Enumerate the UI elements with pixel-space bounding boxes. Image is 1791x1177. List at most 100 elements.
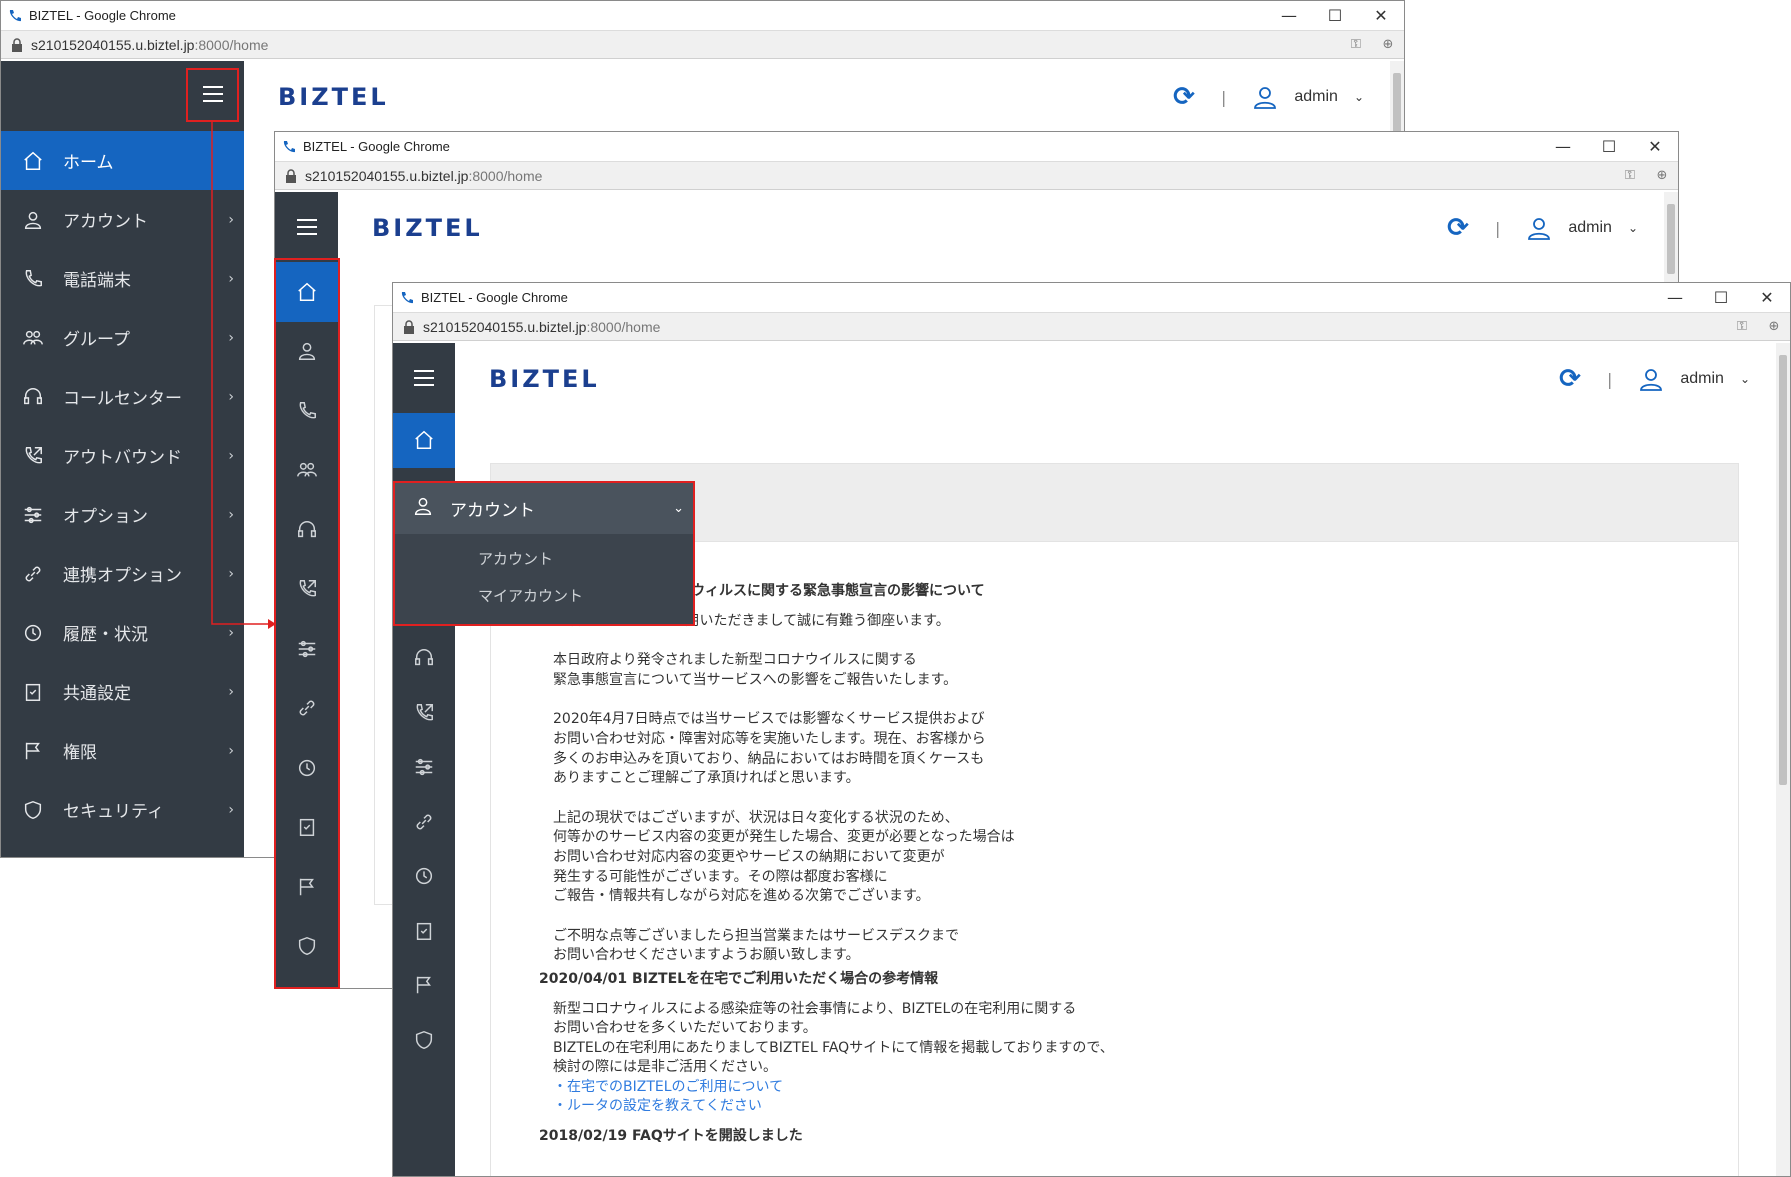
zoom-icon[interactable]: ⊕ [1646, 168, 1678, 183]
sidebar-item[interactable]: グループ › [1, 308, 244, 367]
sidebar-item-mini[interactable] [393, 686, 455, 741]
sidebar-item-mini[interactable] [393, 958, 455, 1013]
chevron-right-icon: › [228, 742, 234, 759]
sidebar-item-label: ホーム [63, 153, 114, 173]
news-paragraph: 2020年4月7日時点では当サービスでは影響なくサービス提供および お問い合わせ対… [553, 710, 1653, 788]
zoom-icon[interactable]: ⊕ [1758, 319, 1790, 334]
refresh-icon[interactable]: ⟳ [1447, 215, 1469, 241]
hamburger-menu-button[interactable] [284, 204, 330, 250]
sidebar-item[interactable]: 連携オプション › [1, 544, 244, 603]
url-text[interactable]: s210152040155.u.biztel.jp:8000/home [423, 319, 1726, 335]
close-icon[interactable]: ✕ [1632, 132, 1678, 162]
biztel-favicon-icon [401, 291, 413, 303]
sidebar-item-mini[interactable] [393, 849, 455, 904]
flag-icon [21, 739, 45, 763]
news-line: お問い合わせ対応・障害対応等を実施いたします。現在、お客様から [553, 730, 986, 747]
biztel-favicon-icon [283, 140, 295, 152]
close-icon[interactable]: ✕ [1358, 1, 1404, 31]
scroll-thumb[interactable] [1667, 204, 1675, 274]
sidebar-item-label: 電話端末 [63, 271, 131, 291]
sidebar-item-mini[interactable] [393, 795, 455, 850]
minimize-icon[interactable]: — [1652, 283, 1698, 313]
lock-icon [286, 168, 296, 183]
biztel-favicon-icon [9, 9, 21, 21]
user-avatar-icon[interactable] [1638, 366, 1664, 392]
maximize-icon[interactable]: ☐ [1312, 1, 1358, 31]
news-line: お問い合わせくださいますようお願い致します。 [553, 947, 860, 964]
zoom-icon[interactable]: ⊕ [1372, 37, 1404, 52]
sidebar-item[interactable]: アカウント › [1, 190, 244, 249]
close-icon[interactable]: ✕ [1744, 283, 1790, 313]
sidebar-item[interactable]: コールセンター › [1, 367, 244, 426]
title-bar: BIZTEL - Google Chrome — ☐ ✕ [1, 1, 1404, 31]
highlight-account-flyout [393, 481, 695, 626]
home-icon [415, 431, 433, 450]
key-icon[interactable]: ⚿ [1614, 168, 1646, 183]
address-bar[interactable]: s210152040155.u.biztel.jp:8000/home ⚿ ⊕ [1, 31, 1404, 59]
sidebar-item[interactable]: オプション › [1, 485, 244, 544]
title-bar: BIZTEL - Google Chrome — ☐ ✕ [393, 283, 1790, 313]
news-paragraph: 本日政府より発令されました新型コロナウイルスに関する 緊急事態宣言について当サービ… [553, 651, 1653, 690]
home-icon [21, 149, 45, 173]
minimize-icon[interactable]: — [1266, 1, 1312, 31]
sidebar-item-label: コールセンター [63, 389, 182, 409]
key-icon[interactable]: ⚿ [1726, 319, 1758, 334]
user-avatar-icon[interactable] [1526, 215, 1552, 241]
maximize-icon[interactable]: ☐ [1698, 283, 1744, 313]
news-title: 2018/02/19 FAQサイトを開設しました [539, 1128, 803, 1145]
maximize-icon[interactable]: ☐ [1586, 132, 1632, 162]
chevron-right-icon: › [228, 565, 234, 582]
sidebar-item[interactable]: アウトバウンド › [1, 426, 244, 485]
scroll-thumb[interactable] [1779, 355, 1787, 785]
news-line: 何等かのサービス内容の変更が発生した場合、変更が必要となった場合は [553, 829, 1015, 846]
chevron-down-icon[interactable]: ⌄ [1628, 221, 1638, 235]
sidebar-item-mini[interactable] [393, 904, 455, 959]
user-name[interactable]: admin [1568, 219, 1612, 237]
chevron-down-icon[interactable]: ⌄ [1354, 90, 1364, 104]
news-line: 2020年4月7日時点では当サービスでは影響なくサービス提供および [553, 711, 985, 728]
news-title: ウィルスに関する緊急事態宣言の影響について [691, 583, 985, 599]
sliders-icon [21, 503, 45, 527]
news-line: 本日政府より発令されました新型コロナウイルスに関する [553, 652, 917, 669]
refresh-icon[interactable]: ⟳ [1559, 366, 1581, 392]
user-avatar-icon[interactable] [1252, 84, 1278, 110]
sidebar-item-mini[interactable] [393, 413, 455, 468]
news-links: ・在宅でのBIZTELのご利用について ・ルータの設定を教えてください [553, 1078, 1653, 1117]
phone-icon [21, 267, 45, 291]
news-paragraph: ご不明な点等ございましたら担当営業またはサービスデスクまで お問い合わせくださいま… [553, 927, 1653, 966]
sidebar-item[interactable]: ホーム [1, 131, 244, 190]
sidebar-item[interactable]: 履歴・状況 › [1, 603, 244, 662]
chevron-right-icon: › [228, 388, 234, 405]
sidebar-item-mini[interactable] [393, 1013, 455, 1068]
sidebar-item[interactable]: 電話端末 › [1, 249, 244, 308]
scrollbar[interactable] [1776, 343, 1790, 1176]
address-bar[interactable]: s210152040155.u.biztel.jp:8000/home ⚿ ⊕ [393, 313, 1790, 341]
link-icon [21, 562, 45, 586]
refresh-icon[interactable]: ⟳ [1173, 84, 1195, 110]
sidebar-item-mini[interactable] [393, 631, 455, 686]
sidebar-expanded: ホームアカウント › 電話端末 › グループ › コールセンター › アウトバウンド › オプション… [1, 61, 244, 857]
address-bar[interactable]: s210152040155.u.biztel.jp:8000/home ⚿ ⊕ [275, 162, 1678, 190]
shield-icon [21, 798, 45, 822]
chevron-right-icon: › [228, 683, 234, 700]
lock-icon [404, 319, 414, 334]
url-text[interactable]: s210152040155.u.biztel.jp:8000/home [305, 168, 1614, 184]
hamburger-menu-button[interactable] [401, 355, 447, 401]
url-text[interactable]: s210152040155.u.biztel.jp:8000/home [31, 37, 1340, 53]
user-name[interactable]: admin [1294, 88, 1338, 106]
faq-link[interactable]: ・在宅でのBIZTELのご利用について [553, 1078, 1653, 1098]
sidebar-item[interactable]: 権限 › [1, 721, 244, 780]
news-paragraph: 新型コロナウィルスによる感染症等の社会事情により、BIZTELの在宅利用に関する… [553, 1000, 1653, 1078]
sidebar-item[interactable]: セキュリティ › [1, 780, 244, 839]
news-title: 2020/04/01 BIZTELを在宅でご利用いただく場合の参考情報 [539, 970, 939, 987]
sidebar-item-mini[interactable] [393, 740, 455, 795]
history-icon [415, 868, 433, 885]
faq-link[interactable]: ・ルータの設定を教えてください [553, 1097, 1653, 1117]
key-icon[interactable]: ⚿ [1340, 37, 1372, 52]
chevron-right-icon: › [228, 270, 234, 287]
sidebar-item[interactable]: 共通設定 › [1, 662, 244, 721]
user-name[interactable]: admin [1680, 370, 1724, 388]
browser-window-3: BIZTEL - Google Chrome — ☐ ✕ s2101520401… [392, 282, 1791, 1177]
minimize-icon[interactable]: — [1540, 132, 1586, 162]
chevron-down-icon[interactable]: ⌄ [1740, 372, 1750, 386]
